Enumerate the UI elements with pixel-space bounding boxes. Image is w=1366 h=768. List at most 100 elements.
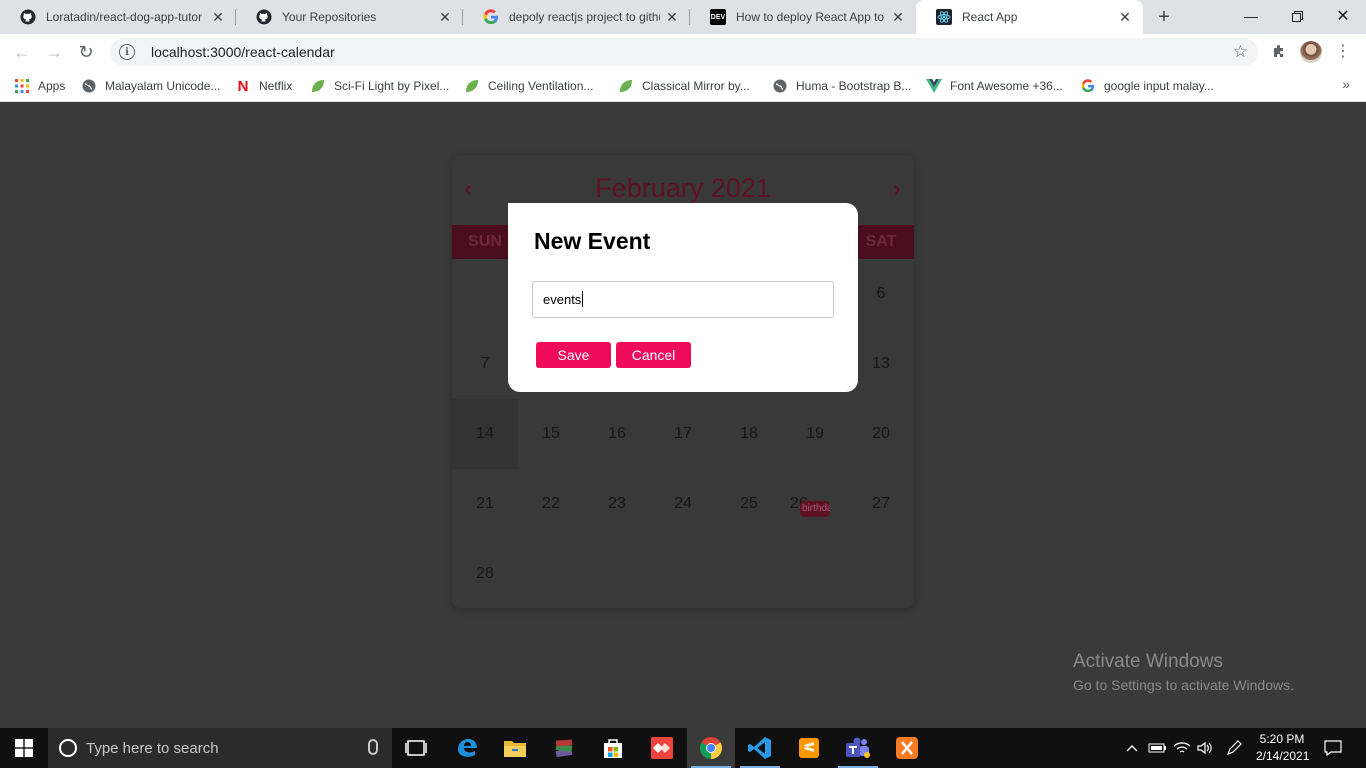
calendar-day[interactable]: 24 bbox=[650, 469, 716, 539]
system-clock[interactable]: 5:20 PM 2/14/2021 bbox=[1256, 731, 1309, 765]
calendar-day[interactable]: 22 bbox=[518, 469, 584, 539]
taskbar-search-box[interactable]: Type here to search bbox=[48, 728, 392, 768]
battery-icon[interactable] bbox=[1145, 728, 1169, 768]
day-number: 18 bbox=[740, 425, 758, 442]
bookmark-malayalam-unicode[interactable]: Malayalam Unicode... bbox=[81, 76, 220, 96]
new-tab-button[interactable]: + bbox=[1152, 5, 1176, 29]
calendar-day[interactable]: 20 bbox=[848, 399, 914, 469]
leaf-icon bbox=[618, 78, 634, 94]
calendar-day[interactable]: 21 bbox=[452, 469, 518, 539]
cancel-button[interactable]: Cancel bbox=[616, 342, 691, 368]
calendar-day[interactable]: 25 bbox=[716, 469, 782, 539]
profile-avatar[interactable] bbox=[1300, 41, 1322, 63]
tab-depoly-reactjs[interactable]: depoly reactjs project to githu ✕ bbox=[463, 0, 690, 34]
tab-loratadin[interactable]: Loratadin/react-dog-app-tutor ✕ bbox=[0, 0, 236, 34]
modal-title: New Event bbox=[534, 228, 651, 254]
tab-title: Loratadin/react-dog-app-tutor bbox=[46, 10, 203, 24]
chevron-up-icon[interactable] bbox=[1122, 728, 1142, 768]
microphone-icon[interactable] bbox=[368, 739, 378, 755]
sublime-text-icon[interactable] bbox=[785, 728, 833, 768]
restore-button[interactable] bbox=[1274, 0, 1320, 32]
edge-icon[interactable] bbox=[443, 728, 491, 768]
tab-strip: Loratadin/react-dog-app-tutor ✕ Your Rep… bbox=[0, 0, 1366, 34]
calendar-day[interactable]: 27 bbox=[848, 469, 914, 539]
windows-start-icon[interactable] bbox=[0, 728, 48, 768]
watermark-title: Activate Windows bbox=[1073, 651, 1223, 672]
calendar-day[interactable]: 18 bbox=[716, 399, 782, 469]
bookmark-label: Huma - Bootstrap B... bbox=[796, 79, 912, 93]
calendar-day[interactable]: 26birthday bbox=[782, 469, 848, 539]
task-view-icon[interactable] bbox=[392, 728, 440, 768]
teams-icon[interactable] bbox=[834, 728, 882, 768]
tab-how-to-deploy[interactable]: DEV How to deploy React App to G ✕ bbox=[690, 0, 916, 34]
save-button[interactable]: Save bbox=[536, 342, 611, 368]
volume-icon[interactable] bbox=[1194, 728, 1216, 768]
bookmarks-bar: Apps Malayalam Unicode... N Netflix Sci-… bbox=[0, 70, 1366, 102]
activate-windows-watermark: Activate Windows Go to Settings to activ… bbox=[1073, 651, 1294, 693]
browser-toolbar: ← → ↻ i localhost:3000/react-calendar ☆ bbox=[0, 34, 1366, 70]
notifications-icon[interactable] bbox=[1318, 728, 1348, 768]
close-icon[interactable]: ✕ bbox=[210, 9, 226, 25]
calendar-day[interactable]: 23 bbox=[584, 469, 650, 539]
vscode-icon[interactable] bbox=[736, 728, 784, 768]
event-badge[interactable]: birthday bbox=[800, 501, 830, 517]
bookmark-ceiling-ventilation[interactable]: Ceiling Ventilation... bbox=[464, 76, 593, 96]
tab-title: React App bbox=[962, 10, 1018, 24]
dev-icon: DEV bbox=[710, 9, 726, 25]
close-window-button[interactable]: ✕ bbox=[1320, 0, 1366, 32]
bookmark-google-input[interactable]: google input malay... bbox=[1080, 76, 1214, 96]
chevron-double-right-icon[interactable]: » bbox=[1342, 76, 1350, 92]
calendar-month-title: February 2021 bbox=[595, 173, 771, 203]
xampp-icon[interactable] bbox=[883, 728, 931, 768]
bookmark-font-awesome[interactable]: Font Awesome +36... bbox=[926, 76, 1063, 96]
tab-your-repositories[interactable]: Your Repositories ✕ bbox=[236, 0, 463, 34]
calendar-day[interactable]: 15 bbox=[518, 399, 584, 469]
close-icon[interactable]: ✕ bbox=[1117, 9, 1133, 25]
extensions-puzzle-icon[interactable] bbox=[1270, 43, 1288, 61]
chrome-icon[interactable] bbox=[687, 728, 735, 768]
forward-arrow-icon[interactable]: → bbox=[41, 39, 67, 65]
bookmark-classical-mirror[interactable]: Classical Mirror by... bbox=[618, 76, 750, 96]
winrar-icon[interactable] bbox=[540, 728, 588, 768]
close-icon[interactable]: ✕ bbox=[890, 9, 906, 25]
calendar-day[interactable]: 16 bbox=[584, 399, 650, 469]
calendar-day[interactable]: 14 bbox=[452, 399, 518, 469]
minimize-button[interactable]: ― bbox=[1228, 0, 1274, 32]
clock-time: 5:20 PM bbox=[1259, 732, 1305, 746]
day-number: 15 bbox=[542, 425, 560, 442]
calendar-day[interactable]: 19 bbox=[782, 399, 848, 469]
bookmark-label: Apps bbox=[38, 79, 66, 93]
wifi-icon[interactable] bbox=[1171, 728, 1193, 768]
day-number: 13 bbox=[872, 355, 890, 372]
google-icon bbox=[1080, 78, 1096, 94]
reload-icon[interactable]: ↻ bbox=[73, 39, 99, 65]
day-number: 23 bbox=[608, 495, 626, 512]
calendar-day[interactable]: 17 bbox=[650, 399, 716, 469]
close-icon[interactable]: ✕ bbox=[437, 9, 453, 25]
browser-menu-icon[interactable]: ⋮ bbox=[1335, 41, 1351, 63]
bookmark-star-icon[interactable]: ☆ bbox=[1233, 42, 1248, 62]
bookmark-huma-bootstrap[interactable]: Huma - Bootstrap B... bbox=[772, 76, 911, 96]
bookmark-netflix[interactable]: N Netflix bbox=[235, 76, 293, 96]
chevron-right-icon[interactable]: › bbox=[887, 176, 907, 201]
microsoft-store-icon[interactable] bbox=[589, 728, 637, 768]
close-icon[interactable]: ✕ bbox=[664, 9, 680, 25]
bookmark-apps[interactable]: Apps bbox=[14, 76, 65, 96]
tab-react-app[interactable]: React App ✕ bbox=[916, 0, 1143, 34]
address-bar[interactable]: i localhost:3000/react-calendar ☆ bbox=[110, 38, 1258, 66]
day-number: 20 bbox=[872, 425, 890, 442]
file-explorer-icon[interactable] bbox=[491, 728, 539, 768]
back-arrow-icon[interactable]: ← bbox=[9, 39, 35, 65]
calendar-day[interactable]: 28 bbox=[452, 539, 518, 608]
bookmark-sci-fi-light[interactable]: Sci-Fi Light by Pixel... bbox=[310, 76, 449, 96]
day-number: 17 bbox=[674, 425, 692, 442]
day-number: 22 bbox=[542, 495, 560, 512]
site-info-icon[interactable]: i bbox=[119, 44, 135, 60]
event-name-input[interactable] bbox=[532, 281, 834, 318]
github-icon bbox=[256, 9, 272, 25]
bookmark-label: Ceiling Ventilation... bbox=[488, 79, 594, 93]
anydesk-icon[interactable] bbox=[638, 728, 686, 768]
tab-title: depoly reactjs project to githu bbox=[509, 10, 660, 24]
day-number: 27 bbox=[872, 495, 890, 512]
pen-icon[interactable] bbox=[1222, 728, 1246, 768]
